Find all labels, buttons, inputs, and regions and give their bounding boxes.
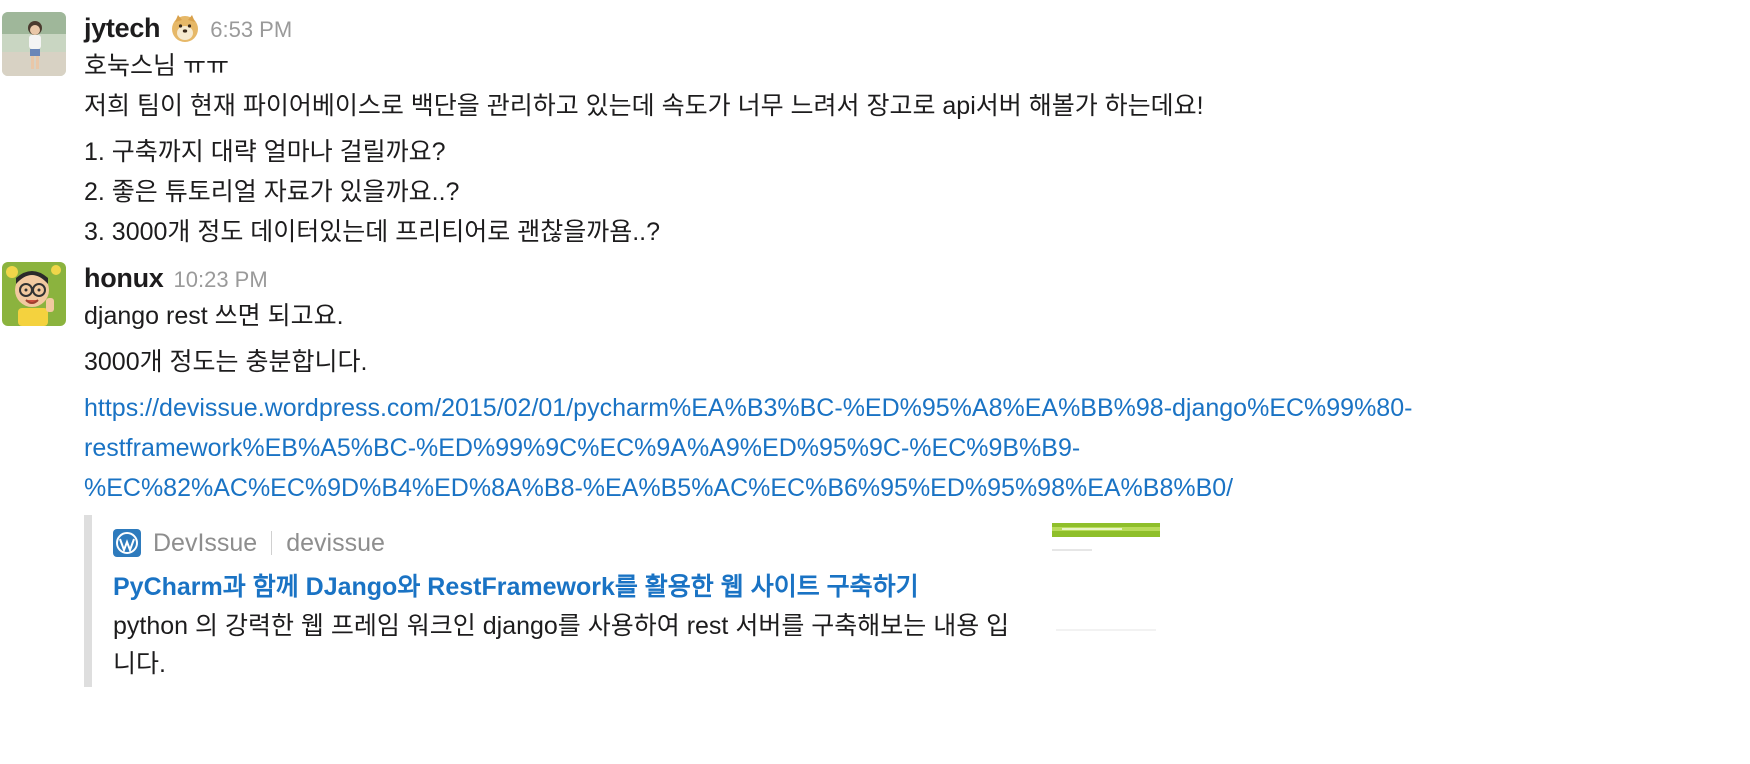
link-preview-source: DevIssue devissue [113, 525, 385, 561]
username[interactable]: jytech [84, 13, 161, 44]
message-link[interactable]: https://devissue.wordpress.com/2015/02/0… [84, 388, 1534, 508]
message-text: 1. 구축까지 대략 얼마나 걸릴까요? [84, 138, 446, 166]
username[interactable]: honux [84, 263, 164, 294]
message-text: 2. 좋은 튜토리얼 자료가 있을까요..? [84, 178, 460, 206]
message-text: 3000개 정도는 충분합니다. [84, 348, 368, 376]
timestamp[interactable]: 10:23 PM [174, 263, 268, 293]
timestamp[interactable]: 6:53 PM [210, 13, 292, 43]
message-header: honux 10:23 PM [84, 262, 1730, 294]
message-text: django rest 쓰면 되고요. [84, 302, 344, 330]
message-text: 3. 3000개 정도 데이터있는데 프리티어로 괜찮을까욤..? [84, 218, 660, 246]
link-line[interactable]: %EC%82%AC%EC%9D%B4%ED%8A%B8-%EA%B5%AC%EC… [84, 468, 1534, 508]
site-separator [271, 531, 273, 555]
link-line[interactable]: https://devissue.wordpress.com/2015/02/0… [84, 388, 1534, 428]
link-preview-title[interactable]: PyCharm과 함께 DJango와 RestFramework를 활용한 웹… [113, 567, 919, 603]
avatar[interactable] [2, 12, 66, 76]
message-text: 저희 팀이 현재 파이어베이스로 백단을 관리하고 있는데 속도가 너무 느려서… [84, 92, 1204, 120]
link-preview-description: python 의 강력한 웹 프레임 워크인 django를 사용하여 rest… [113, 612, 1010, 678]
doge-emoji-icon [170, 13, 200, 43]
link-preview: DevIssue devissue PyCharm과 함께 DJango와 Re… [84, 515, 1172, 687]
link-preview-thumbnail[interactable] [1052, 523, 1160, 633]
message-header: jytech 6:53 PM [84, 12, 1730, 44]
site-domain: devissue [286, 528, 385, 557]
site-name[interactable]: DevIssue [153, 529, 257, 558]
message-text: 호눅스님 ㅠㅠ [84, 52, 229, 80]
avatar[interactable] [2, 262, 66, 326]
wordpress-icon [113, 529, 141, 557]
link-line[interactable]: restframework%EB%A5%BC-%ED%99%9C%EC%9A%A… [84, 428, 1534, 468]
